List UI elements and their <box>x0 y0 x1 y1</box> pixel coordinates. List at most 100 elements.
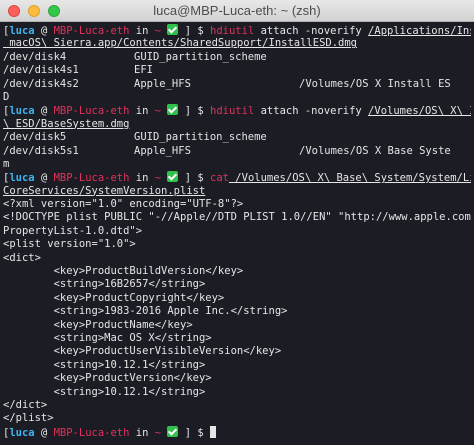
command-name: hdiutil <box>210 105 255 118</box>
output-row: /dev/disk4s2 Apple_HFS/Volumes/OS X Insta… <box>3 78 471 91</box>
device-name: /dev/disk5 <box>3 131 67 144</box>
command-line-wrap: CoreServices/SystemVersion.plist <box>3 185 471 198</box>
prompt-user: luca <box>9 426 35 439</box>
plist-text: <plist version="1.0"> <box>3 238 136 251</box>
plist-line: <string>Mac OS X</string> <box>3 332 471 345</box>
plist-line: <plist version="1.0"> <box>3 238 471 251</box>
prompt-in: in <box>129 25 155 37</box>
title-bar[interactable]: luca@MBP-Luca-eth: ~ (zsh) <box>0 0 474 22</box>
prompt-user: luca <box>9 172 35 185</box>
prompt-at: @ <box>34 172 54 185</box>
output-wrap-text: m <box>3 157 10 170</box>
plist-line: <key>ProductBuildVersion</key> <box>3 265 471 278</box>
mount-point: /Volumes/OS X Base Syste <box>299 144 451 157</box>
plist-line: <dict> <box>3 252 471 265</box>
plist-text: <?xml version="1.0" encoding="UTF-8"?> <box>3 198 244 211</box>
prompt-bracket-close: ] $ <box>178 25 211 37</box>
plist-text: <key>ProductBuildVersion</key> <box>3 265 244 278</box>
command-path: /Volumes/OS\ X\ Install <box>368 105 471 118</box>
prompt-user: luca <box>9 105 35 118</box>
terminal-window: luca@MBP-Luca-eth: ~ (zsh) [luca @ MBP-L… <box>0 0 474 445</box>
device-name: /dev/disk4s2 <box>3 77 79 90</box>
partition-scheme: GUID_partition_scheme <box>134 131 267 144</box>
partition-scheme: GUID_partition_scheme <box>134 50 267 63</box>
command-line-wrap: \ ESD/BaseSystem.dmg <box>3 118 471 131</box>
device-name: /dev/disk4 <box>3 50 67 63</box>
command-line: [luca @ MBP-Luca-eth in ~ ] $ <box>3 425 471 439</box>
plist-text: <string>1983-2016 Apple Inc.</string> <box>3 305 288 318</box>
partition-scheme: EFI <box>134 64 153 77</box>
plist-text: <dict> <box>3 251 41 264</box>
output-wrap: D <box>3 91 471 104</box>
mount-point: /Volumes/OS X Install ES <box>299 77 451 90</box>
command-path-cont: \ ESD/BaseSystem.dmg <box>3 117 130 130</box>
command-path-cont: macOS\ Sierra.app/Contents/SharedSupport… <box>3 37 358 50</box>
plist-line: <string>16B2657</string> <box>3 278 471 291</box>
plist-text: <key>ProductUserVisibleVersion</key> <box>3 345 282 358</box>
plist-line: PropertyList-1.0.dtd"> <box>3 225 471 238</box>
command-args: attach -noverify <box>254 105 369 118</box>
command-args: attach -noverify <box>254 25 369 37</box>
plist-text: </plist> <box>3 412 54 425</box>
plist-text: <!DOCTYPE plist PUBLIC "-//Apple//DTD PL… <box>3 211 471 224</box>
output-row: /dev/disk4s1 EFI <box>3 64 471 77</box>
output-wrap: m <box>3 158 471 171</box>
prompt-bracket-close: ] $ <box>178 426 211 439</box>
prompt-host: MBP-Luca-eth <box>53 426 130 439</box>
plist-line: <string>1983-2016 Apple Inc.</string> <box>3 305 471 318</box>
plist-line: <string>10.12.1</string> <box>3 386 471 399</box>
prompt-in: in <box>129 172 155 185</box>
plist-text: <string>10.12.1</string> <box>3 385 206 398</box>
prompt-at: @ <box>34 105 54 118</box>
command-line: [luca @ MBP-Luca-eth in ~ ] $ cat /Volum… <box>3 171 471 184</box>
command-line-wrap: macOS\ Sierra.app/Contents/SharedSupport… <box>3 37 471 50</box>
plist-text: <string>16B2657</string> <box>3 278 206 291</box>
output-row: /dev/disk5s1 Apple_HFS/Volumes/OS X Base … <box>3 145 471 158</box>
check-icon <box>167 171 179 183</box>
command-line: [luca @ MBP-Luca-eth in ~ ] $ hdiutil at… <box>3 24 471 37</box>
prompt-host: MBP-Luca-eth <box>53 172 130 185</box>
check-icon <box>167 425 179 437</box>
plist-text: <key>ProductCopyright</key> <box>3 291 225 304</box>
command-line: [luca @ MBP-Luca-eth in ~ ] $ hdiutil at… <box>3 104 471 117</box>
prompt-host: MBP-Luca-eth <box>53 105 130 118</box>
command-path: /Applications/Install\ <box>368 25 471 37</box>
plist-text: <string>10.12.1</string> <box>3 358 206 371</box>
check-icon <box>167 104 179 116</box>
cursor[interactable] <box>210 425 217 438</box>
plist-line: <string>10.12.1</string> <box>3 359 471 372</box>
command-path: /Volumes/OS\ X\ Base\ System/System/Libr… <box>235 172 471 185</box>
plist-text: <key>ProductName</key> <box>3 318 193 331</box>
prompt-user: luca <box>9 25 35 37</box>
prompt-in: in <box>129 105 155 118</box>
prompt-bracket-close: ] $ <box>178 105 211 118</box>
check-icon <box>167 24 179 35</box>
plist-line: <key>ProductUserVisibleVersion</key> <box>3 345 471 358</box>
terminal-output[interactable]: [luca @ MBP-Luca-eth in ~ ] $ hdiutil at… <box>0 22 474 445</box>
output-row: /dev/disk5 GUID_partition_scheme <box>3 131 471 144</box>
output-row: /dev/disk4 GUID_partition_scheme <box>3 51 471 64</box>
prompt-at: @ <box>34 25 54 37</box>
device-name: /dev/disk4s1 <box>3 64 79 77</box>
plist-line: <?xml version="1.0" encoding="UTF-8"?> <box>3 198 471 211</box>
plist-line: <key>ProductName</key> <box>3 319 471 332</box>
prompt-host: MBP-Luca-eth <box>53 25 130 37</box>
device-name: /dev/disk5s1 <box>3 144 79 157</box>
plist-line: </dict> <box>3 399 471 412</box>
partition-scheme: Apple_HFS <box>134 144 191 157</box>
prompt-at: @ <box>34 426 54 439</box>
command-name: cat <box>210 172 229 185</box>
plist-text: </dict> <box>3 398 48 411</box>
command-name: hdiutil <box>210 25 255 37</box>
command-path-cont: CoreServices/SystemVersion.plist <box>3 184 206 197</box>
window-title: luca@MBP-Luca-eth: ~ (zsh) <box>153 3 321 18</box>
prompt-bracket-close: ] $ <box>178 172 211 185</box>
plist-text: PropertyList-1.0.dtd"> <box>3 224 143 237</box>
plist-text: <string>Mac OS X</string> <box>3 331 212 344</box>
prompt-in: in <box>129 426 155 439</box>
plist-line: <key>ProductCopyright</key> <box>3 292 471 305</box>
plist-line: </plist> <box>3 412 471 425</box>
plist-line: <key>ProductVersion</key> <box>3 372 471 385</box>
plist-line: <!DOCTYPE plist PUBLIC "-//Apple//DTD PL… <box>3 211 471 224</box>
plist-text: <key>ProductVersion</key> <box>3 372 212 385</box>
